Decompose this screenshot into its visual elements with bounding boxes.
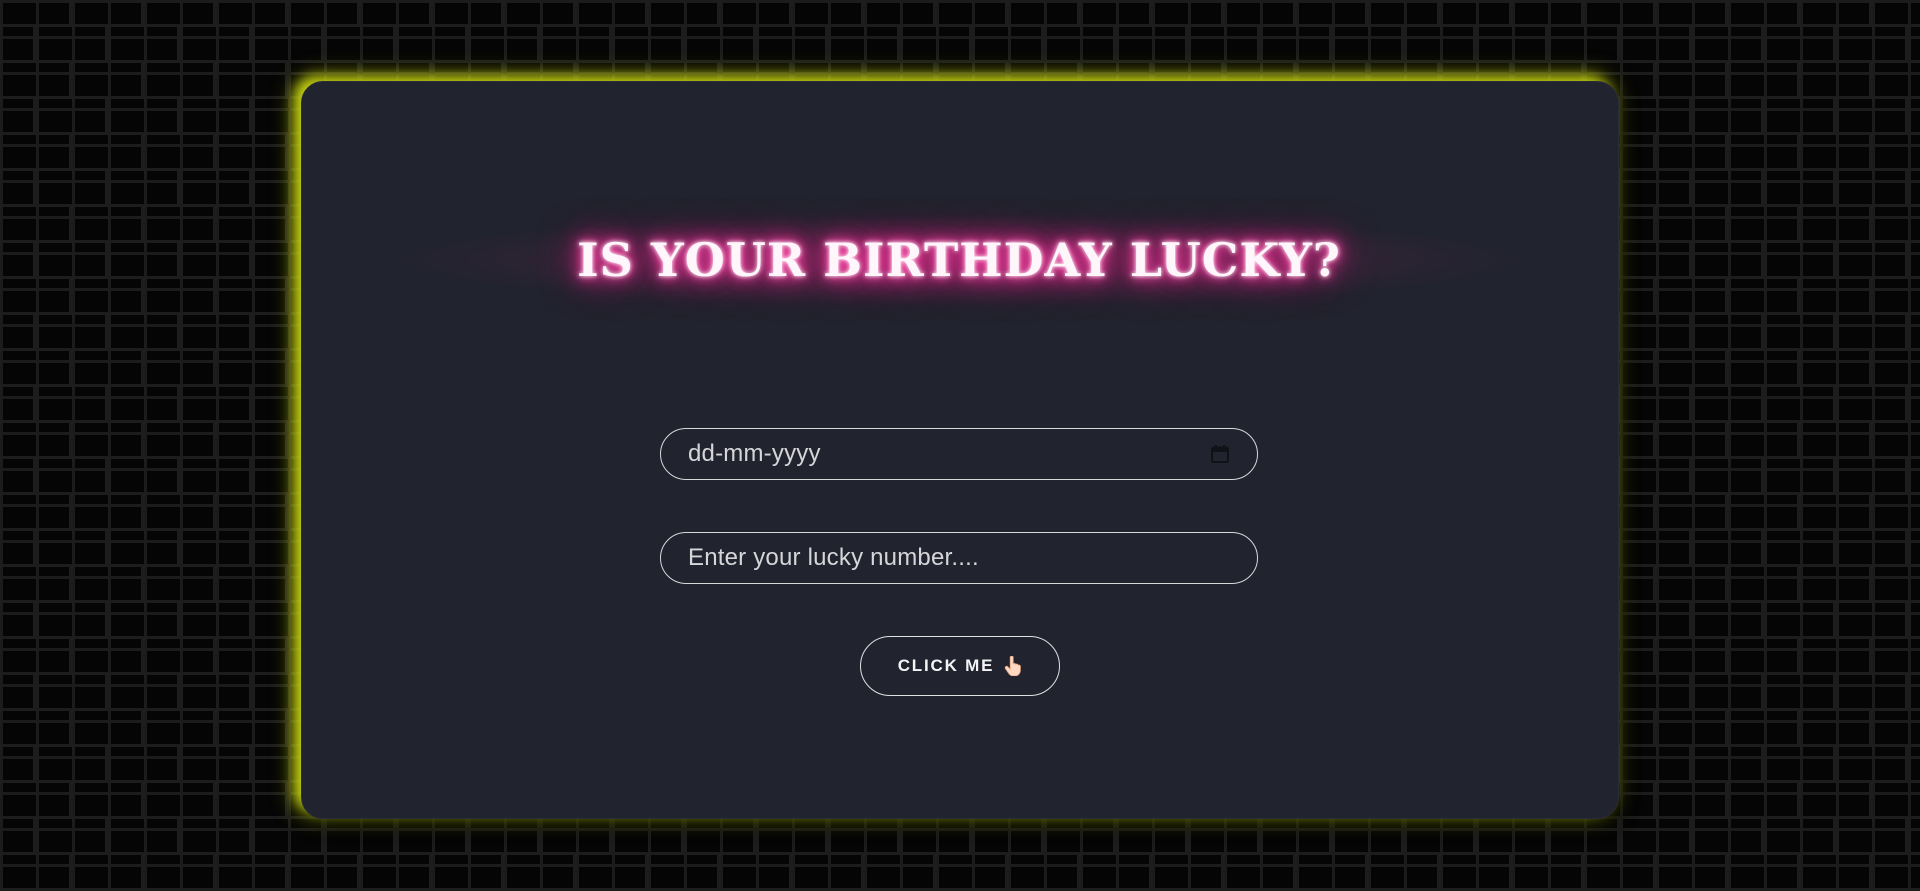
click-me-button-label: CLICK ME	[897, 656, 995, 675]
pointing-hand-icon	[1005, 656, 1022, 676]
birthday-date-input[interactable]: dd-mm-yyyy	[660, 428, 1258, 480]
date-input-placeholder: dd-mm-yyyy	[688, 440, 821, 467]
lucky-number-placeholder: Enter your lucky number....	[688, 544, 979, 571]
click-me-button[interactable]: CLICK ME	[860, 636, 1060, 696]
calendar-icon[interactable]	[1210, 444, 1230, 464]
page-title: IS YOUR BIRTHDAY LUCKY?	[577, 233, 1341, 287]
lucky-number-input[interactable]: Enter your lucky number....	[660, 532, 1258, 584]
